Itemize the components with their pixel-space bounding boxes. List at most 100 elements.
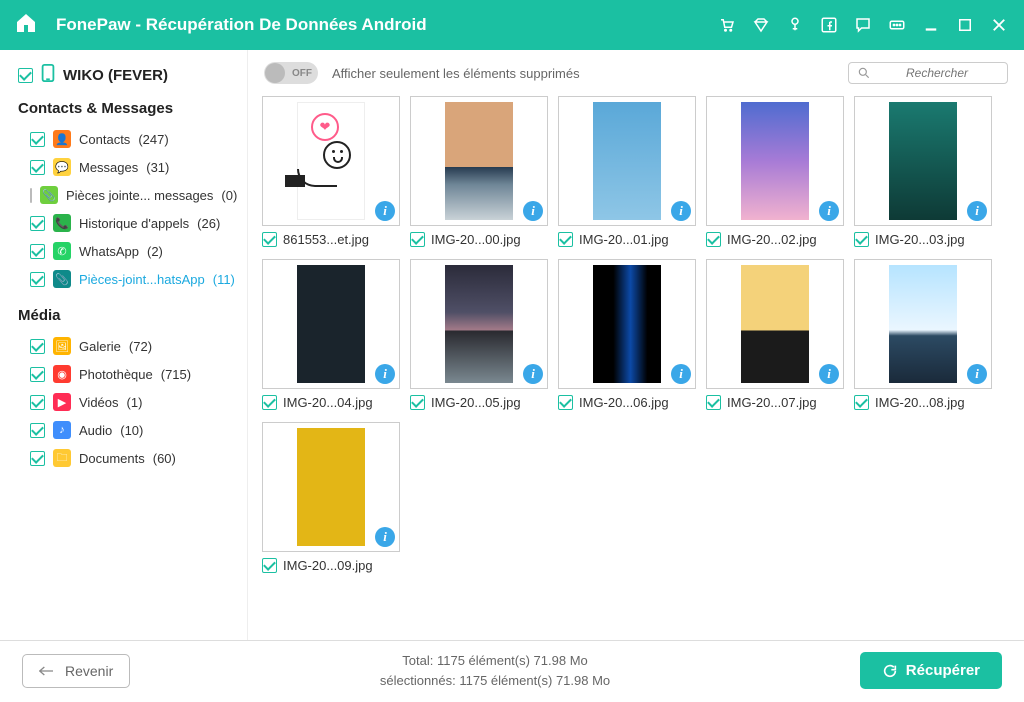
sidebar-item-phototheque[interactable]: ◉ Photothèque (715): [18, 360, 237, 388]
thumbnail-image[interactable]: i: [262, 422, 400, 552]
file-checkbox[interactable]: [706, 395, 721, 410]
thumbnail-item[interactable]: i IMG-20...02.jpg: [706, 96, 844, 247]
recover-button[interactable]: Récupérer: [860, 652, 1002, 689]
category-checkbox[interactable]: [30, 188, 32, 203]
category-checkbox[interactable]: [30, 160, 45, 175]
show-deleted-only-toggle[interactable]: OFF: [264, 62, 318, 84]
info-icon[interactable]: i: [375, 201, 395, 221]
category-label: WhatsApp: [79, 244, 139, 259]
diamond-icon[interactable]: [750, 14, 772, 36]
attachment-icon: 📎: [40, 186, 58, 204]
category-checkbox[interactable]: [30, 451, 45, 466]
sidebar-item-whatsapp-attachments[interactable]: 📎 Pièces-joint...hatsApp (11): [18, 265, 237, 293]
category-count: (60): [153, 451, 176, 466]
thumbnail-item[interactable]: ❤ i 861553...et.jpg: [262, 96, 400, 247]
file-checkbox[interactable]: [262, 558, 277, 573]
search-box[interactable]: [848, 62, 1008, 84]
close-icon[interactable]: [988, 14, 1010, 36]
info-icon[interactable]: i: [671, 201, 691, 221]
category-checkbox[interactable]: [30, 244, 45, 259]
thumbnail-item[interactable]: i IMG-20...03.jpg: [854, 96, 992, 247]
home-icon[interactable]: [14, 11, 38, 40]
info-icon[interactable]: i: [671, 364, 691, 384]
device-checkbox[interactable]: [18, 68, 33, 83]
sidebar: WIKO (FEVER) Contacts & Messages 👤 Conta…: [0, 50, 248, 640]
thumbnail-image[interactable]: i: [558, 96, 696, 226]
file-checkbox[interactable]: [262, 395, 277, 410]
category-checkbox[interactable]: [30, 367, 45, 382]
category-count: (11): [213, 272, 235, 287]
more-icon[interactable]: [886, 14, 908, 36]
thumbnail-image[interactable]: i: [558, 259, 696, 389]
category-checkbox[interactable]: [30, 339, 45, 354]
file-checkbox[interactable]: [558, 395, 573, 410]
sidebar-item-audio[interactable]: ♪ Audio (10): [18, 416, 237, 444]
category-checkbox[interactable]: [30, 423, 45, 438]
device-row[interactable]: WIKO (FEVER): [18, 64, 237, 86]
whatsapp-icon: ✆: [53, 242, 71, 260]
file-checkbox[interactable]: [854, 232, 869, 247]
thumbnail-image[interactable]: i: [410, 96, 548, 226]
file-checkbox[interactable]: [854, 395, 869, 410]
info-icon[interactable]: i: [967, 201, 987, 221]
refresh-icon: [882, 663, 898, 679]
file-name: IMG-20...04.jpg: [283, 395, 373, 410]
sidebar-item-documents[interactable]: 🗀 Documents (60): [18, 444, 237, 472]
thumbnail-item[interactable]: i IMG-20...07.jpg: [706, 259, 844, 410]
category-checkbox[interactable]: [30, 132, 45, 147]
thumbnail-item[interactable]: i IMG-20...01.jpg: [558, 96, 696, 247]
facebook-icon[interactable]: [818, 14, 840, 36]
device-name: WIKO (FEVER): [63, 67, 168, 84]
cart-icon[interactable]: [716, 14, 738, 36]
sidebar-item-contacts[interactable]: 👤 Contacts (247): [18, 125, 237, 153]
thumbnail-image[interactable]: i: [410, 259, 548, 389]
info-icon[interactable]: i: [523, 364, 543, 384]
thumbnail-image[interactable]: i: [706, 259, 844, 389]
file-checkbox[interactable]: [262, 232, 277, 247]
category-label: Photothèque: [79, 367, 153, 382]
category-count: (0): [221, 188, 237, 203]
thumbnail-image[interactable]: i: [854, 96, 992, 226]
thumbnail-image[interactable]: ❤ i: [262, 96, 400, 226]
info-icon[interactable]: i: [523, 201, 543, 221]
back-button[interactable]: Revenir: [22, 654, 130, 688]
category-count: (1): [127, 395, 143, 410]
content-pane: OFF Afficher seulement les éléments supp…: [248, 50, 1024, 640]
info-icon[interactable]: i: [375, 364, 395, 384]
maximize-icon[interactable]: [954, 14, 976, 36]
audio-icon: ♪: [53, 421, 71, 439]
info-icon[interactable]: i: [967, 364, 987, 384]
sidebar-item-videos[interactable]: ▶ Vidéos (1): [18, 388, 237, 416]
thumbnail-item[interactable]: i IMG-20...06.jpg: [558, 259, 696, 410]
sidebar-item-gallery[interactable]: 🖼 Galerie (72): [18, 332, 237, 360]
info-icon[interactable]: i: [819, 364, 839, 384]
sidebar-item-call-history[interactable]: 📞 Historique d'appels (26): [18, 209, 237, 237]
file-checkbox[interactable]: [706, 232, 721, 247]
file-name: IMG-20...01.jpg: [579, 232, 669, 247]
recover-button-label: Récupérer: [906, 662, 980, 679]
sidebar-item-message-attachments[interactable]: 📎 Pièces jointe... messages (0): [18, 181, 237, 209]
thumbnail-item[interactable]: i IMG-20...04.jpg: [262, 259, 400, 410]
file-checkbox[interactable]: [410, 395, 425, 410]
thumbnail-item[interactable]: i IMG-20...00.jpg: [410, 96, 548, 247]
info-icon[interactable]: i: [375, 527, 395, 547]
category-checkbox[interactable]: [30, 272, 45, 287]
thumbnail-item[interactable]: i IMG-20...09.jpg: [262, 422, 400, 573]
file-checkbox[interactable]: [410, 232, 425, 247]
key-icon[interactable]: [784, 14, 806, 36]
minimize-icon[interactable]: [920, 14, 942, 36]
thumbnail-item[interactable]: i IMG-20...05.jpg: [410, 259, 548, 410]
thumbnail-item[interactable]: i IMG-20...08.jpg: [854, 259, 992, 410]
thumbnail-image[interactable]: i: [262, 259, 400, 389]
photo-library-icon: ◉: [53, 365, 71, 383]
search-input[interactable]: [877, 66, 997, 80]
file-checkbox[interactable]: [558, 232, 573, 247]
thumbnail-image[interactable]: i: [854, 259, 992, 389]
thumbnail-image[interactable]: i: [706, 96, 844, 226]
category-checkbox[interactable]: [30, 216, 45, 231]
sidebar-item-messages[interactable]: 💬 Messages (31): [18, 153, 237, 181]
feedback-icon[interactable]: [852, 14, 874, 36]
category-checkbox[interactable]: [30, 395, 45, 410]
info-icon[interactable]: i: [819, 201, 839, 221]
sidebar-item-whatsapp[interactable]: ✆ WhatsApp (2): [18, 237, 237, 265]
